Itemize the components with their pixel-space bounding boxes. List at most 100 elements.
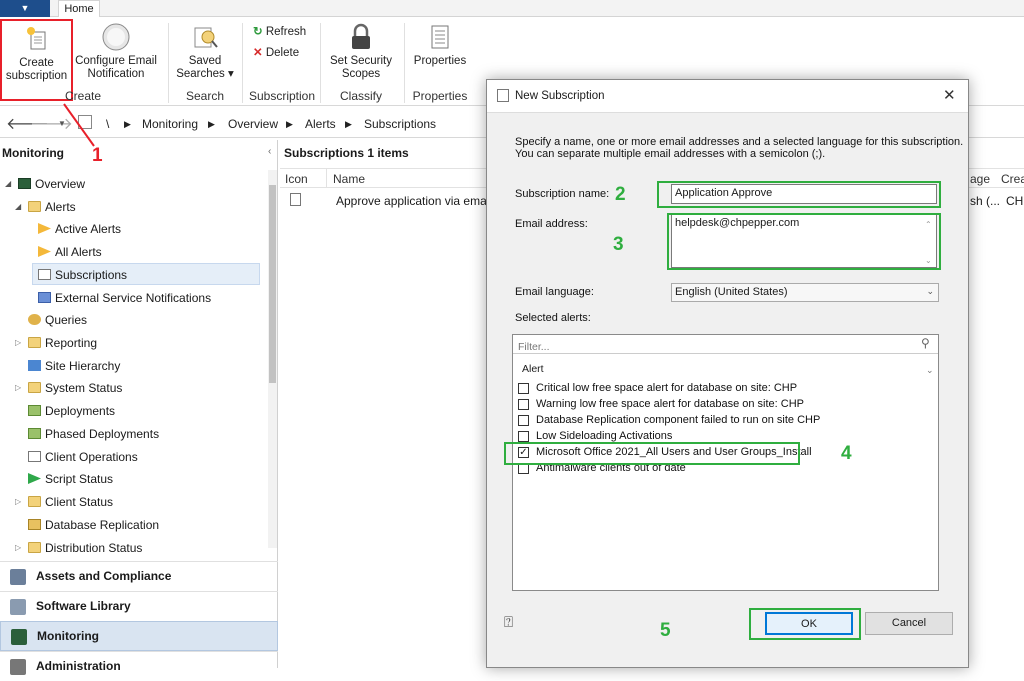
dialog-title-divider [487, 112, 968, 113]
annotation-number-5: 5 [660, 620, 671, 641]
annotation-number-1: 1 [92, 145, 103, 166]
workspace-assets-and-compliance[interactable]: Assets and Compliance [0, 561, 278, 591]
refresh-button[interactable]: ↻ Refresh [253, 24, 306, 38]
expand-icon[interactable]: ◢ [15, 202, 21, 211]
nav-item-deployments[interactable]: Deployments [28, 401, 115, 421]
folder-icon [28, 542, 41, 553]
alert-label-3: Low Sideloading Activations [536, 430, 673, 442]
feedback-icon[interactable]: ⍰ [504, 614, 513, 631]
nav-item-label: All Alerts [55, 245, 102, 259]
workspace-label: Administration [36, 659, 121, 673]
ribbon-tab-bar [0, 0, 1024, 17]
intro-text-line1: Specify a name, one or more email addres… [515, 136, 964, 148]
app-menu-button[interactable]: ▼ [0, 0, 50, 17]
nav-item-label: System Status [45, 381, 123, 395]
database-replication-icon [28, 519, 41, 530]
refresh-label: Refresh [265, 26, 307, 38]
nav-item-phased-deployments[interactable]: Phased Deployments [28, 424, 159, 444]
nav-item-overview[interactable]: Overview [18, 174, 85, 194]
administration-icon [10, 659, 26, 675]
subscription-name-label: Subscription name: [515, 188, 610, 200]
column-header-name[interactable]: Name [333, 172, 365, 186]
chevron-down-icon: ⌄ [926, 286, 934, 296]
phased-deployments-icon [28, 428, 41, 439]
close-icon[interactable]: ✕ [943, 86, 956, 104]
set-security-scopes-label: Set Security Scopes [330, 55, 392, 80]
breadcrumb-subscriptions[interactable]: Subscriptions [364, 117, 436, 131]
nav-item-reporting[interactable]: Reporting [28, 333, 97, 353]
intro-text-line2: You can separate multiple email addresse… [515, 148, 826, 160]
subscription-icon [38, 269, 51, 280]
nav-item-distribution-status[interactable]: Distribution Status [28, 538, 142, 558]
alert-checkbox-1[interactable] [518, 399, 529, 410]
email-config-icon [102, 23, 130, 51]
group-label-search: Search [185, 89, 225, 103]
collapsed-icon[interactable]: ▷ [15, 497, 21, 506]
ribbon-separator [404, 23, 405, 103]
tab-home[interactable]: Home [58, 0, 100, 18]
alert-column-header[interactable]: Alert [522, 363, 544, 375]
list-title: Subscriptions 1 items [284, 146, 409, 160]
nav-item-label: Active Alerts [55, 222, 122, 236]
breadcrumb-alerts[interactable]: Alerts [305, 117, 336, 131]
nav-scrollbar-thumb[interactable] [269, 185, 276, 383]
nav-item-label: Script Status [45, 472, 114, 486]
nav-item-all-alerts[interactable]: All Alerts [38, 242, 102, 262]
nav-item-alerts[interactable]: Alerts [28, 197, 76, 217]
group-label-properties: Properties [412, 89, 468, 103]
group-label-classify: Classify [339, 89, 382, 103]
nav-item-queries[interactable]: Queries [28, 310, 87, 330]
filter-input[interactable]: Filter... [518, 341, 550, 353]
workspace-monitoring[interactable]: Monitoring [0, 621, 278, 651]
email-language-label: Email language: [515, 286, 594, 298]
properties-button[interactable]: Properties [410, 22, 470, 68]
workspace-administration[interactable]: Administration [0, 651, 278, 681]
cancel-button[interactable]: Cancel [865, 612, 953, 635]
nav-item-active-alerts[interactable]: Active Alerts [38, 219, 121, 239]
nav-item-site-hierarchy[interactable]: Site Hierarchy [28, 356, 120, 376]
delete-button[interactable]: ✕ Delete [253, 45, 299, 59]
alert-checkbox-0[interactable] [518, 383, 529, 394]
collapsed-icon[interactable]: ▷ [15, 383, 21, 392]
nav-item-system-status[interactable]: System Status [28, 378, 122, 398]
nav-item-label: Site Hierarchy [45, 359, 121, 373]
collapsed-icon[interactable]: ▷ [15, 338, 21, 347]
nav-item-external-service-notifications[interactable]: External Service Notifications [38, 288, 211, 308]
nav-item-script-status[interactable]: Script Status [28, 469, 113, 489]
alert-checkbox-3[interactable] [518, 431, 529, 442]
column-header-icon[interactable]: Icon [285, 172, 308, 186]
new-subscription-dialog: New Subscription ✕ Specify a name, one o… [486, 79, 969, 668]
overview-icon [18, 178, 31, 189]
breadcrumb-root[interactable]: \ [106, 117, 109, 131]
monitoring-icon [11, 629, 27, 645]
new-subscription-icon [26, 27, 45, 50]
annotation-number-2: 2 [615, 184, 626, 205]
nav-item-client-operations[interactable]: Client Operations [28, 447, 138, 467]
breadcrumb-monitoring[interactable]: Monitoring [142, 117, 198, 131]
search-icon[interactable]: ⚲ [921, 336, 930, 350]
column-header-created-by[interactable]: Crea [1001, 172, 1024, 186]
subscription-row-language: sh (... [970, 194, 1001, 208]
subscription-row-name[interactable]: Approve application via email [336, 194, 492, 208]
saved-searches-button[interactable]: Saved Searches ▾ [174, 22, 236, 81]
collapsed-icon[interactable]: ▷ [15, 543, 21, 552]
nav-item-database-replication[interactable]: Database Replication [28, 515, 159, 535]
expand-icon[interactable]: ◢ [5, 179, 11, 188]
annotation-box-3 [667, 213, 941, 270]
alert-label-0: Critical low free space alert for databa… [536, 382, 798, 394]
configure-email-button[interactable]: Configure Email Notification [74, 22, 158, 81]
set-security-scopes-button[interactable]: Set Security Scopes [326, 22, 396, 81]
column-header-language[interactable]: age [970, 172, 990, 186]
nav-item-subscriptions[interactable]: Subscriptions [38, 265, 127, 285]
alert-checkbox-2[interactable] [518, 415, 529, 426]
email-language-select[interactable]: English (United States) ⌄ [671, 283, 939, 302]
nav-item-label: Reporting [45, 336, 98, 350]
nav-item-client-status[interactable]: Client Status [28, 492, 113, 512]
software-library-icon [10, 599, 26, 615]
breadcrumb-overview[interactable]: Overview [228, 117, 278, 131]
workspace-software-library[interactable]: Software Library [0, 591, 278, 621]
deployments-icon [28, 405, 41, 416]
nav-item-label: Client Operations [45, 450, 138, 464]
column-options-icon[interactable]: ⌄ [926, 365, 934, 376]
collapse-pane-icon[interactable]: ‹ [268, 146, 271, 157]
